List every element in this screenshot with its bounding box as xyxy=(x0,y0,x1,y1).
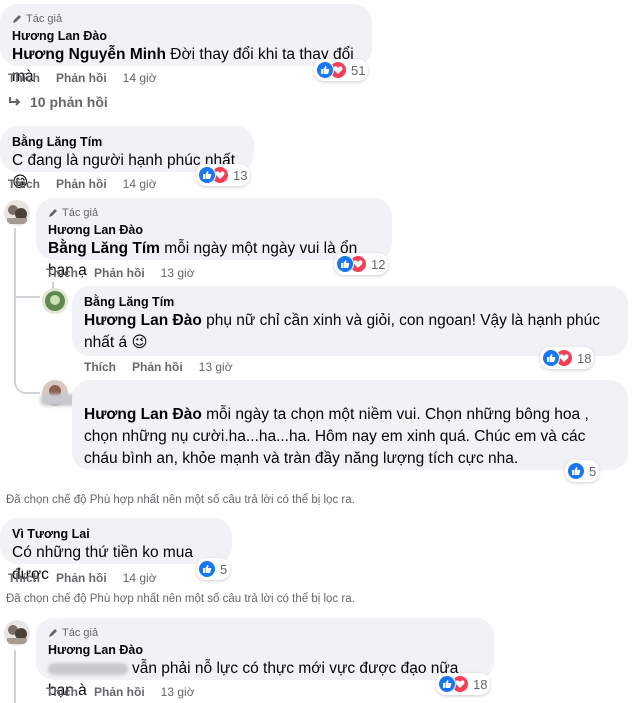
reaction-count: 18 xyxy=(473,676,488,692)
reply-button[interactable]: Phản hồi xyxy=(94,266,145,280)
filter-notice: Đã chọn chế độ Phù hợp nhất nên một số c… xyxy=(6,494,355,506)
comment-author[interactable]: Vì Tương Lai xyxy=(12,526,220,542)
like-button[interactable]: Thích xyxy=(8,71,40,85)
avatar[interactable] xyxy=(42,288,68,314)
reply-button[interactable]: Phản hồi xyxy=(132,360,183,374)
author-badge: Tác giả xyxy=(12,12,360,26)
author-badge: Tác giả xyxy=(48,206,380,220)
thread-connector xyxy=(16,288,40,298)
reaction-count: 12 xyxy=(371,256,386,272)
reply-button[interactable]: Phản hồi xyxy=(56,177,107,191)
comment-author[interactable]: Hương Lan Đào xyxy=(48,642,482,658)
pencil-icon xyxy=(49,209,57,217)
reaction-count: 5 xyxy=(589,463,597,479)
comment-bubble: Bằng Lăng Tím Hương Lan Đào phụ nữ chỉ c… xyxy=(72,286,628,356)
comment-bubble: Hương Lan Đào mỗi ngày ta chọn một niềm … xyxy=(72,380,628,470)
like-button[interactable]: Thích xyxy=(8,177,40,191)
comment-time[interactable]: 14 giờ xyxy=(123,71,157,85)
comment-text: Hương Lan Đào mỗi ngày ta chọn một niềm … xyxy=(84,406,589,467)
comment-time[interactable]: 14 giờ xyxy=(123,177,157,191)
reaction-count: 18 xyxy=(577,350,592,366)
comment-actions: Thích Phản hồi 13 giờ xyxy=(84,359,233,375)
thread-line xyxy=(14,228,16,384)
mention-link[interactable]: Hương Lan Đào xyxy=(84,406,202,423)
comment-time[interactable]: 13 giờ xyxy=(199,360,233,374)
reply-button[interactable]: Phản hồi xyxy=(56,71,107,85)
reaction-count: 51 xyxy=(351,62,366,78)
comment-bubble: Tác giả Hương Lan Đào Bằng Lăng Tím mỗi … xyxy=(36,198,392,279)
comment-author[interactable]: Bằng Lăng Tím xyxy=(12,134,242,150)
like-button[interactable]: Thích xyxy=(46,685,78,699)
reaction-summary[interactable]: 5 xyxy=(565,460,600,482)
comment-actions: Thích Phản hồi 13 giờ xyxy=(46,265,195,281)
like-reaction-icon xyxy=(567,462,585,480)
pencil-icon xyxy=(13,15,21,23)
like-button[interactable]: Thích xyxy=(84,360,116,374)
avatar[interactable] xyxy=(4,200,30,226)
reaction-count: 5 xyxy=(220,561,228,577)
comment-actions: Thích Phản hồi 13 giờ xyxy=(46,684,195,700)
like-reaction-icon xyxy=(198,560,216,578)
reply-button[interactable]: Phản hồi xyxy=(56,571,107,585)
like-reaction-icon xyxy=(198,166,216,184)
reaction-count: 13 xyxy=(233,167,248,183)
comment-time[interactable]: 13 giờ xyxy=(161,266,195,280)
like-reaction-icon xyxy=(336,255,354,273)
reply-button[interactable]: Phản hồi xyxy=(94,685,145,699)
reaction-summary[interactable]: 18 xyxy=(540,347,595,369)
mention-link[interactable]: Hương Nguyễn Minh xyxy=(12,46,166,63)
comment-author[interactable]: Bằng Lăng Tím xyxy=(84,294,616,310)
thread-line xyxy=(14,650,16,703)
reaction-summary[interactable]: 5 xyxy=(196,558,231,580)
reply-arrow-icon xyxy=(9,97,21,106)
reaction-summary[interactable]: 18 xyxy=(436,673,491,695)
like-reaction-icon xyxy=(438,675,456,693)
redacted-mention xyxy=(48,662,128,675)
comment-bubble: Tác giả Hương Lan Đào Hương Nguyễn Minh … xyxy=(0,4,372,85)
view-replies-button[interactable]: 10 phản hồi xyxy=(8,94,108,110)
comment-text: Hương Lan Đào phụ nữ chỉ cần xinh và giỏ… xyxy=(84,312,600,351)
like-button[interactable]: Thích xyxy=(46,266,78,280)
comment-actions: Thích Phản hồi 14 giờ xyxy=(8,70,157,86)
comment-author[interactable]: Hương Lan Đào xyxy=(12,28,360,44)
comment-actions: Thích Phản hồi 14 giờ xyxy=(8,570,157,586)
like-reaction-icon xyxy=(542,349,560,367)
comment-time[interactable]: 14 giờ xyxy=(123,571,157,585)
comment-time[interactable]: 13 giờ xyxy=(161,685,195,699)
comment-bubble: Vì Tương Lai Có những thứ tiền ko mua đư… xyxy=(0,518,232,583)
reaction-summary[interactable]: 12 xyxy=(334,253,389,275)
thread-connector xyxy=(14,380,40,394)
like-reaction-icon xyxy=(316,61,334,79)
mention-link[interactable]: Hương Lan Đào xyxy=(84,312,202,329)
comment-author[interactable]: Hương Lan Đào xyxy=(48,222,380,238)
reaction-summary[interactable]: 51 xyxy=(314,59,369,81)
like-button[interactable]: Thích xyxy=(8,571,40,585)
pencil-icon xyxy=(49,629,57,637)
reaction-summary[interactable]: 13 xyxy=(196,164,251,186)
filter-notice: Đã chọn chế độ Phù hợp nhất nên một số c… xyxy=(6,593,355,605)
author-badge: Tác giả xyxy=(48,626,482,640)
comment-actions: Thích Phản hồi 14 giờ xyxy=(8,176,157,192)
avatar[interactable] xyxy=(4,620,30,646)
mention-link[interactable]: Bằng Lăng Tím xyxy=(48,240,160,257)
comment-bubble: Tác giả Hương Lan Đào vẫn phải nỗ lực có… xyxy=(36,618,494,699)
